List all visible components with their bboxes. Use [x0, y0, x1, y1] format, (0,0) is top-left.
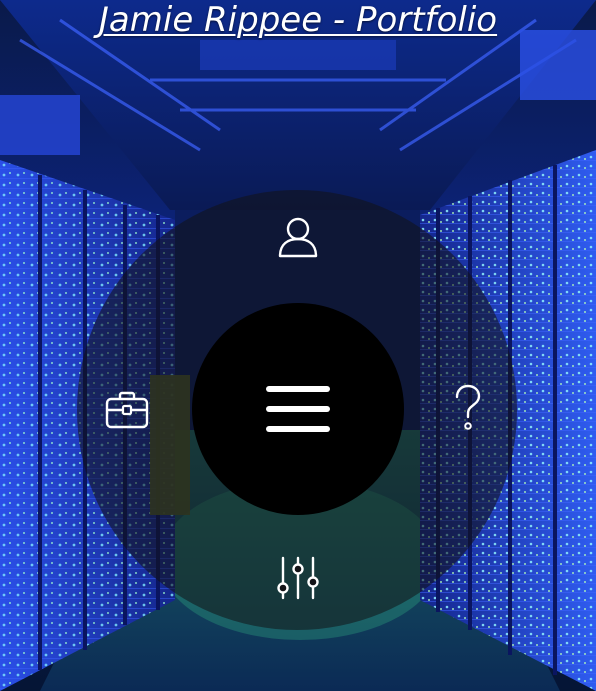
- page: Jamie Rippee - Portfolio: [0, 0, 596, 691]
- hamburger-menu-icon: [266, 386, 330, 432]
- menu-item-help[interactable]: [438, 378, 498, 438]
- briefcase-icon: [105, 391, 149, 429]
- menu-item-about[interactable]: [268, 207, 328, 267]
- user-icon: [278, 217, 318, 258]
- question-mark-icon: [455, 384, 481, 430]
- menu-item-portfolio[interactable]: [97, 380, 157, 440]
- portfolio-title-link[interactable]: Jamie Rippee - Portfolio: [0, 0, 596, 40]
- menu-toggle-button[interactable]: [192, 303, 404, 515]
- menu-item-settings[interactable]: [268, 548, 328, 608]
- sliders-icon: [277, 556, 319, 600]
